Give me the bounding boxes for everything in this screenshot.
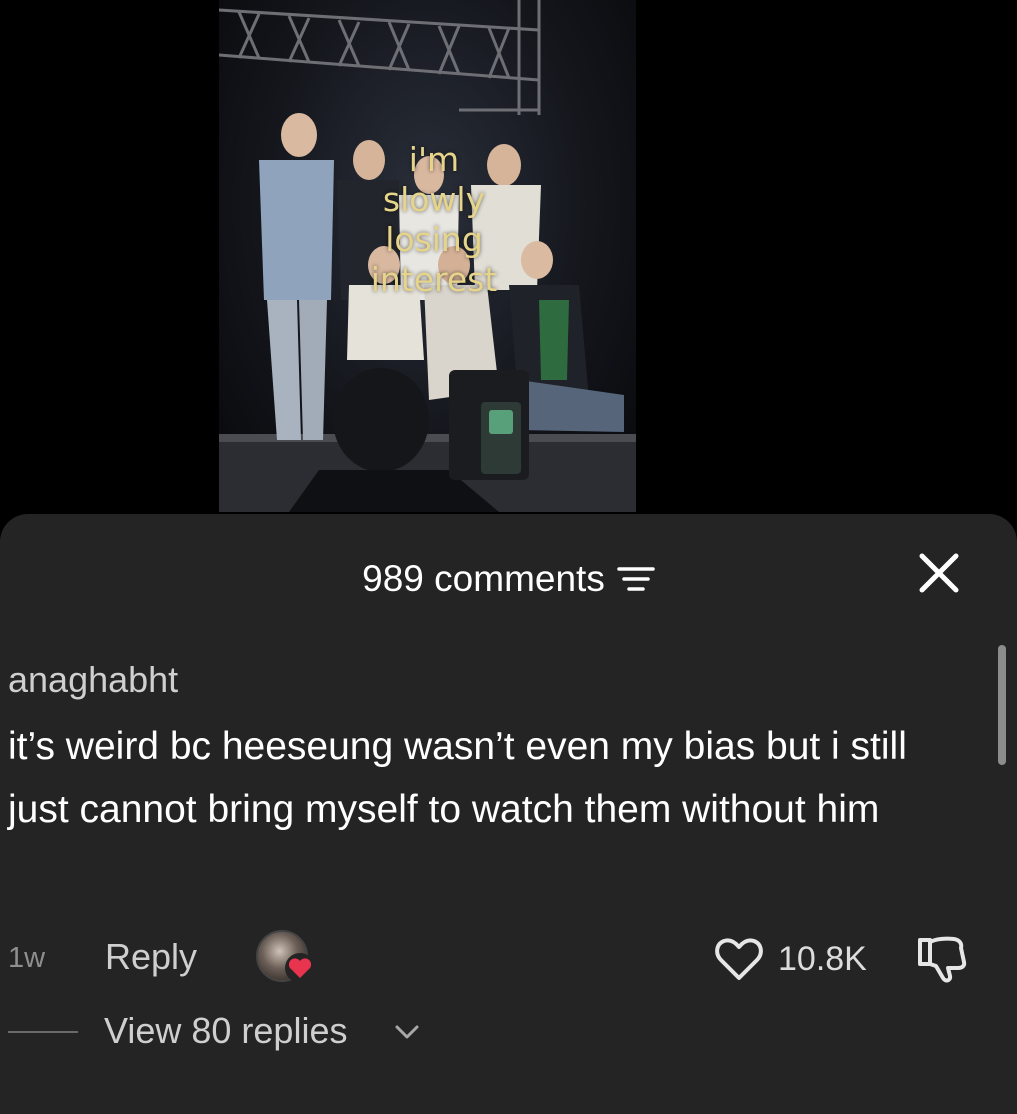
replies-divider: [8, 1031, 78, 1033]
reply-button[interactable]: Reply: [105, 936, 197, 978]
comment-item: anaghabht it’s weird bc heeseung wasn’t …: [8, 659, 968, 841]
view-replies-label[interactable]: View 80 replies: [104, 1010, 347, 1052]
overlay-line: interest: [370, 260, 498, 299]
comments-count: 989 comments: [362, 558, 605, 599]
filter-icon[interactable]: [617, 564, 655, 594]
video-frame[interactable]: i'm slowly losing interest: [219, 0, 636, 512]
like-count: 10.8K: [778, 940, 867, 978]
overlay-line: losing: [385, 220, 483, 259]
comments-header: 989 comments: [0, 554, 1017, 604]
overlay-line: i'm: [408, 140, 460, 179]
comment-text: it’s weird bc heeseung wasn’t even my bi…: [8, 725, 907, 831]
overlay-line: slowly: [382, 180, 486, 219]
view-replies[interactable]: View 80 replies: [0, 1010, 1017, 1060]
dislike-icon[interactable]: [914, 934, 970, 986]
chevron-down-icon[interactable]: [392, 1020, 422, 1044]
video-player[interactable]: i'm slowly losing interest: [0, 0, 1017, 520]
comments-sheet: 989 comments anaghabht it’s weird bc hee…: [0, 514, 1017, 1114]
heart-icon[interactable]: [714, 936, 764, 982]
video-caption-overlay: i'm slowly losing interest: [339, 140, 529, 300]
scrollbar[interactable]: [998, 645, 1006, 765]
creator-liked-heart-icon: [284, 952, 316, 984]
comment-actions: 1w Reply 10.8K: [0, 924, 1017, 994]
close-icon[interactable]: [916, 550, 962, 596]
comment-username[interactable]: anaghabht: [8, 659, 968, 701]
comment-timestamp: 1w: [8, 942, 46, 974]
